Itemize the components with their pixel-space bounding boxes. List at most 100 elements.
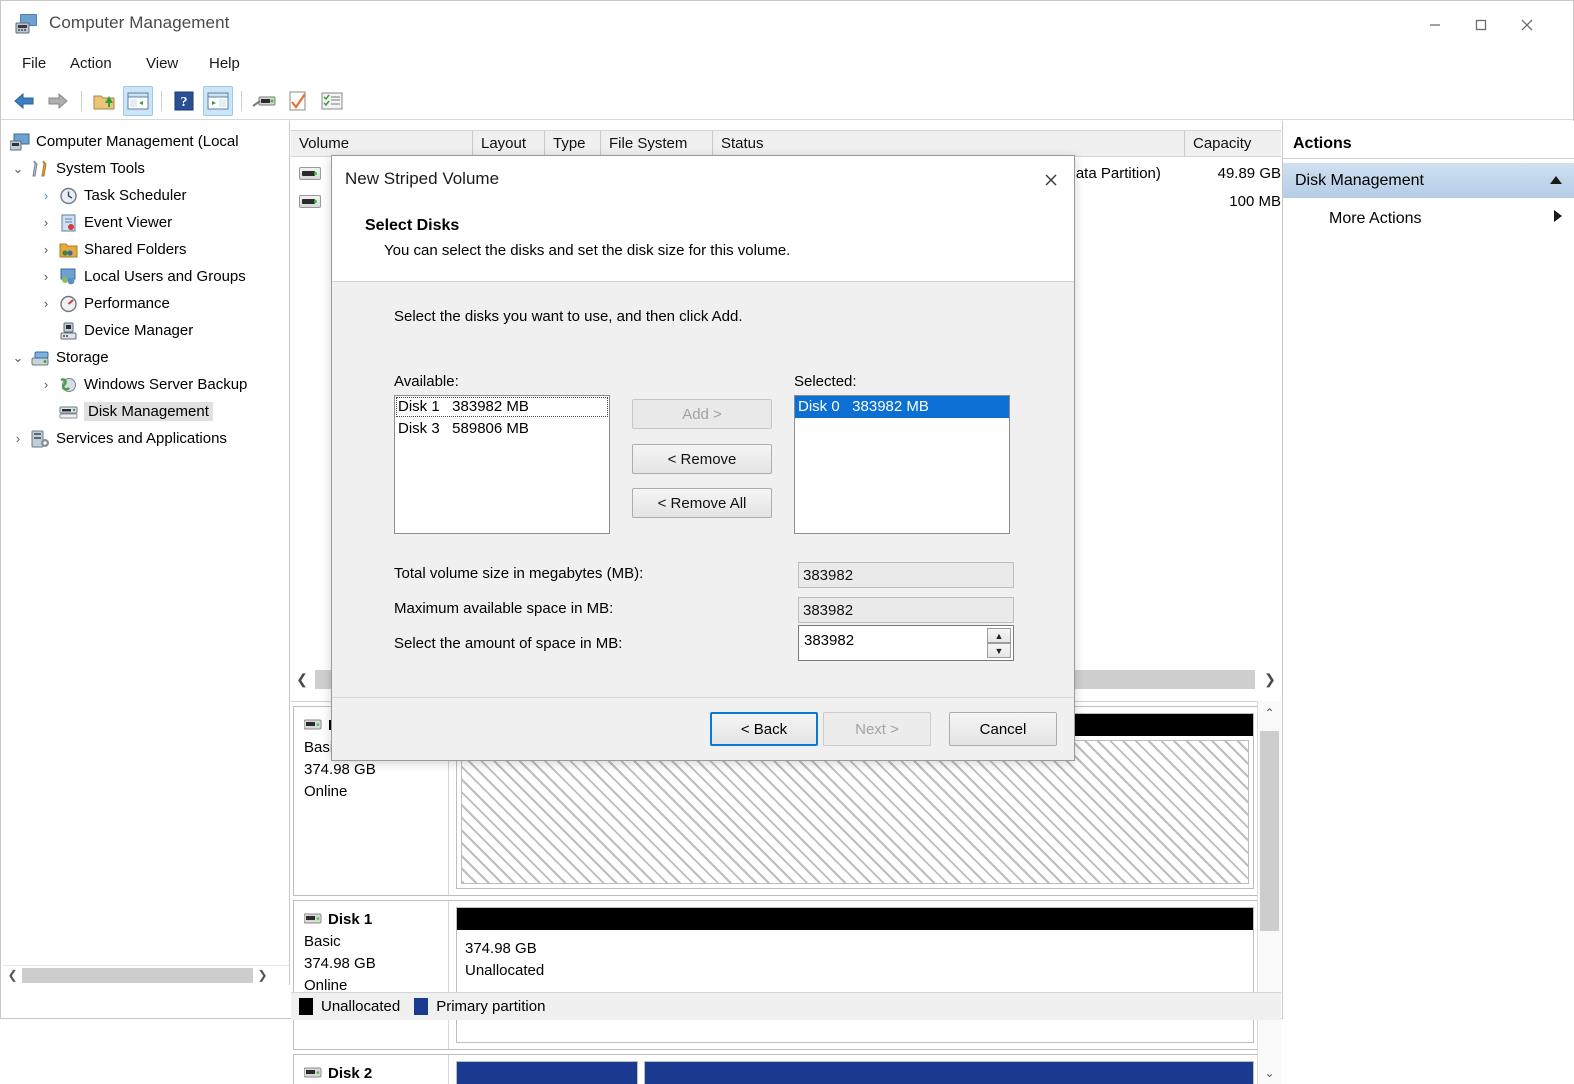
rescan-disks-icon[interactable] bbox=[249, 86, 279, 116]
menu-view[interactable]: View bbox=[137, 51, 187, 77]
show-action-pane-icon[interactable] bbox=[203, 86, 233, 116]
quantity-stepper[interactable]: ▲ ▼ bbox=[987, 628, 1011, 658]
sidebar-item-windows-server-backup[interactable]: › Windows Server Backup bbox=[36, 371, 247, 398]
sidebar-item-system-tools[interactable]: ⌄ System Tools bbox=[8, 155, 145, 182]
column-header-status[interactable]: Status bbox=[713, 131, 1185, 157]
sidebar-item-label: Windows Server Backup bbox=[84, 376, 247, 393]
show-hide-tree-icon[interactable] bbox=[123, 86, 153, 116]
submenu-caret-icon[interactable] bbox=[1553, 209, 1563, 228]
scroll-right-arrow-icon[interactable]: ❯ bbox=[253, 966, 272, 984]
volume-capacity: 49.89 GB bbox=[1189, 165, 1281, 182]
scroll-thumb[interactable] bbox=[22, 968, 253, 983]
chevron-right-icon[interactable]: › bbox=[36, 296, 56, 311]
chevron-down-icon[interactable]: ⌄ bbox=[8, 161, 28, 177]
partition-legend: Unallocated Primary partition bbox=[291, 992, 1281, 1020]
maximize-button[interactable] bbox=[1458, 1, 1504, 48]
total-volume-size-row: Total volume size in megabytes (MB): 383… bbox=[394, 562, 1014, 590]
up-folder-icon[interactable] bbox=[89, 86, 119, 116]
close-button[interactable] bbox=[1504, 1, 1550, 48]
remove-all-button[interactable]: < Remove All bbox=[632, 488, 772, 518]
sidebar-item-label: Local Users and Groups bbox=[84, 268, 246, 285]
scroll-up-arrow-icon[interactable]: ⌃ bbox=[1258, 701, 1281, 724]
toolbar: ? bbox=[1, 81, 1573, 120]
column-header-type[interactable]: Type bbox=[545, 131, 601, 157]
dialog-footer: < Back Next > Cancel bbox=[332, 697, 1074, 760]
actions-pane: Actions Disk Management More Actions bbox=[1282, 121, 1574, 1019]
tree-root[interactable]: Computer Management (Local bbox=[8, 128, 239, 155]
column-header-file-system[interactable]: File System bbox=[601, 131, 713, 157]
actions-group-disk-management[interactable]: Disk Management bbox=[1283, 163, 1574, 198]
spinner-up-icon[interactable]: ▲ bbox=[987, 628, 1011, 643]
sidebar-item-performance[interactable]: › Performance bbox=[36, 290, 170, 317]
sidebar-item-event-viewer[interactable]: › Event Viewer bbox=[36, 209, 172, 236]
maximum-available-space-row: Maximum available space in MB: 383982 bbox=[394, 597, 1014, 625]
selected-disks-listbox[interactable]: Disk 0 383982 MB bbox=[794, 395, 1010, 534]
disk-panel-disk1[interactable]: Disk 1 Basic 374.98 GB Online 374.98 GB … bbox=[293, 900, 1259, 1050]
actions-item-more-actions[interactable]: More Actions bbox=[1283, 201, 1574, 236]
sidebar-item-local-users-and-groups[interactable]: › Local Users and Groups bbox=[36, 263, 246, 290]
chevron-right-icon[interactable]: › bbox=[36, 215, 56, 230]
graphical-view-vertical-scrollbar[interactable]: ⌃ ⌄ bbox=[1257, 701, 1281, 1084]
scroll-thumb[interactable] bbox=[1260, 731, 1279, 931]
partition-size: 374.98 GB bbox=[465, 938, 1245, 960]
next-button[interactable]: Next > bbox=[823, 712, 931, 746]
add-button[interactable]: Add > bbox=[632, 399, 772, 429]
sidebar-item-services-and-applications[interactable]: › Services and Applications bbox=[8, 425, 227, 452]
tree-horizontal-scrollbar[interactable]: ❮ ❯ bbox=[3, 965, 290, 984]
sidebar-item-storage[interactable]: ⌄ Storage bbox=[8, 344, 109, 371]
disk-size: 374.98 GB bbox=[304, 953, 448, 975]
scroll-right-arrow-icon[interactable]: ❯ bbox=[1259, 668, 1281, 691]
column-header-capacity[interactable]: Capacity bbox=[1185, 131, 1281, 157]
sidebar-item-label: Disk Management bbox=[84, 402, 213, 421]
partition-bar bbox=[645, 1062, 1253, 1084]
scroll-left-arrow-icon[interactable]: ❮ bbox=[291, 668, 313, 691]
remove-button[interactable]: < Remove bbox=[632, 444, 772, 474]
partition-unallocated[interactable]: 374.98 GB Unallocated bbox=[456, 907, 1254, 1043]
dialog-title: New Striped Volume bbox=[345, 169, 499, 189]
window-title: Computer Management bbox=[49, 13, 230, 33]
chevron-right-icon[interactable]: › bbox=[8, 431, 28, 446]
partition-efi[interactable]: 100 MB Healthy (EFI System P bbox=[456, 1061, 638, 1084]
list-item[interactable]: Disk 1 383982 MB bbox=[395, 396, 609, 418]
menu-action[interactable]: Action bbox=[61, 51, 121, 77]
chevron-down-icon[interactable]: ⌄ bbox=[8, 350, 28, 366]
chevron-right-icon[interactable]: › bbox=[36, 242, 56, 257]
collapse-caret-icon[interactable] bbox=[1549, 172, 1563, 190]
disk-icon bbox=[304, 1063, 322, 1084]
chevron-right-icon[interactable]: › bbox=[36, 269, 56, 284]
disk-icon bbox=[304, 715, 322, 737]
list-item[interactable]: Disk 3 589806 MB bbox=[395, 418, 609, 440]
column-header-volume[interactable]: Volume bbox=[291, 131, 473, 157]
sidebar-item-disk-management[interactable]: Disk Management bbox=[36, 398, 213, 425]
select-amount-of-space-input[interactable]: 383982 ▲ ▼ bbox=[798, 625, 1014, 661]
chevron-right-icon[interactable]: › bbox=[36, 377, 56, 392]
device-manager-icon bbox=[56, 321, 80, 341]
spinner-down-icon[interactable]: ▼ bbox=[987, 643, 1011, 658]
sidebar-item-task-scheduler[interactable]: › Task Scheduler bbox=[36, 182, 187, 209]
sidebar-item-device-manager[interactable]: Device Manager bbox=[36, 317, 193, 344]
properties-icon[interactable] bbox=[283, 86, 313, 116]
scroll-left-arrow-icon[interactable]: ❮ bbox=[3, 966, 22, 984]
chevron-right-icon[interactable]: › bbox=[36, 188, 56, 203]
disk-name: Disk 1 bbox=[328, 909, 372, 931]
scroll-down-arrow-icon[interactable]: ⌄ bbox=[1258, 1061, 1281, 1084]
list-view-icon[interactable] bbox=[317, 86, 347, 116]
system-tools-icon bbox=[28, 159, 52, 179]
sidebar-item-shared-folders[interactable]: › Shared Folders bbox=[36, 236, 187, 263]
forward-icon[interactable] bbox=[43, 86, 73, 116]
column-header-layout[interactable]: Layout bbox=[473, 131, 545, 157]
cancel-button[interactable]: Cancel bbox=[949, 712, 1057, 746]
minimize-button[interactable] bbox=[1412, 1, 1458, 48]
dialog-close-icon[interactable] bbox=[1028, 156, 1074, 204]
back-icon[interactable] bbox=[9, 86, 39, 116]
back-button[interactable]: < Back bbox=[710, 712, 818, 746]
selected-label: Selected: bbox=[794, 373, 857, 390]
help-icon[interactable]: ? bbox=[169, 86, 199, 116]
menu-help[interactable]: Help bbox=[200, 51, 249, 77]
partition-c[interactable]: (C:) 49.89 GB NTFS Healthy (Boot, Page F… bbox=[644, 1061, 1254, 1084]
menu-file[interactable]: File bbox=[13, 51, 55, 77]
available-disks-listbox[interactable]: Disk 1 383982 MB Disk 3 589806 MB bbox=[394, 395, 610, 534]
list-item[interactable]: Disk 0 383982 MB bbox=[795, 396, 1009, 418]
total-volume-size-label: Total volume size in megabytes (MB): bbox=[394, 565, 643, 582]
disk-panel-disk2[interactable]: Disk 2 Basic 49.98 GB Online 100 MB Heal… bbox=[293, 1054, 1259, 1084]
